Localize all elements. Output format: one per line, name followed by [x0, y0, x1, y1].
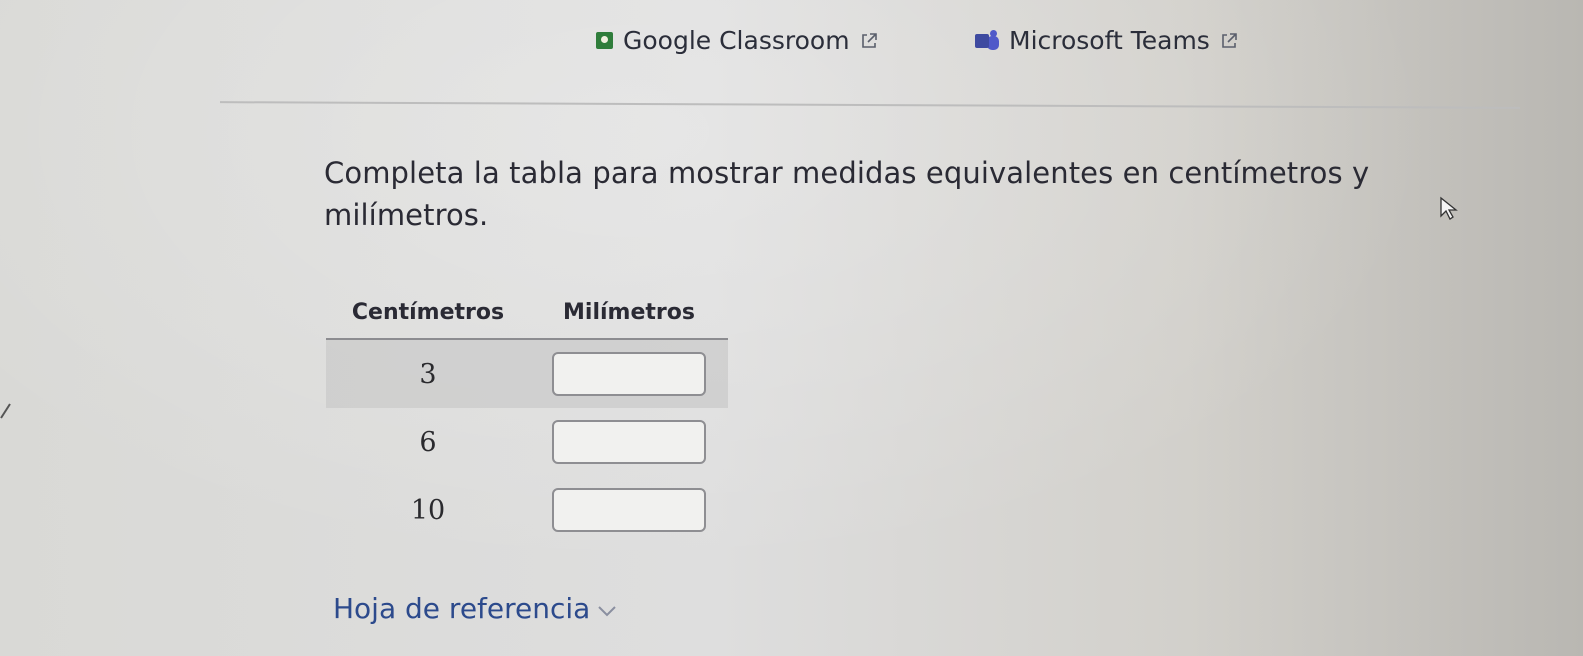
microsoft-teams-share-link[interactable]: Microsoft Teams [975, 26, 1238, 55]
reference-sheet-label: Hoja de referencia [333, 592, 591, 625]
mouse-cursor-icon [1440, 196, 1458, 220]
previous-arrow-icon[interactable] [0, 380, 30, 460]
question-prompt: Completa la tabla para mostrar medidas e… [324, 156, 1370, 232]
mm-answer-input[interactable] [552, 488, 706, 532]
microsoft-teams-logo-icon [975, 29, 1003, 52]
table-header: Centímetros Milímetros [326, 292, 728, 340]
microsoft-teams-label: Microsoft Teams [1009, 26, 1210, 55]
header-centimetros: Centímetros [351, 300, 505, 325]
cm-value: 3 [419, 358, 437, 390]
section-divider [220, 101, 1520, 109]
conversion-table: Centímetros Milímetros 3 6 10 [326, 292, 728, 544]
chevron-down-icon [598, 605, 617, 616]
external-link-icon [861, 32, 877, 48]
mm-answer-input[interactable] [552, 352, 706, 396]
screen-glare [0, 0, 1583, 656]
google-classroom-logo-icon [596, 32, 613, 49]
cm-value: 10 [410, 494, 446, 526]
google-classroom-label: Google Classroom [623, 26, 850, 55]
header-milimetros: Milímetros [563, 300, 695, 325]
table-row: 10 [326, 476, 728, 544]
table-row: 6 [326, 408, 728, 476]
external-link-icon [1222, 32, 1237, 48]
reference-sheet-toggle[interactable]: Hoja de referencia [333, 592, 618, 625]
table-row: 3 [326, 340, 728, 408]
google-classroom-share-link[interactable]: Google Classroom [596, 26, 878, 55]
cm-value: 6 [419, 426, 437, 458]
share-bar: Google Classroom Microsoft Teams [0, 22, 1583, 62]
mm-answer-input[interactable] [552, 420, 706, 464]
